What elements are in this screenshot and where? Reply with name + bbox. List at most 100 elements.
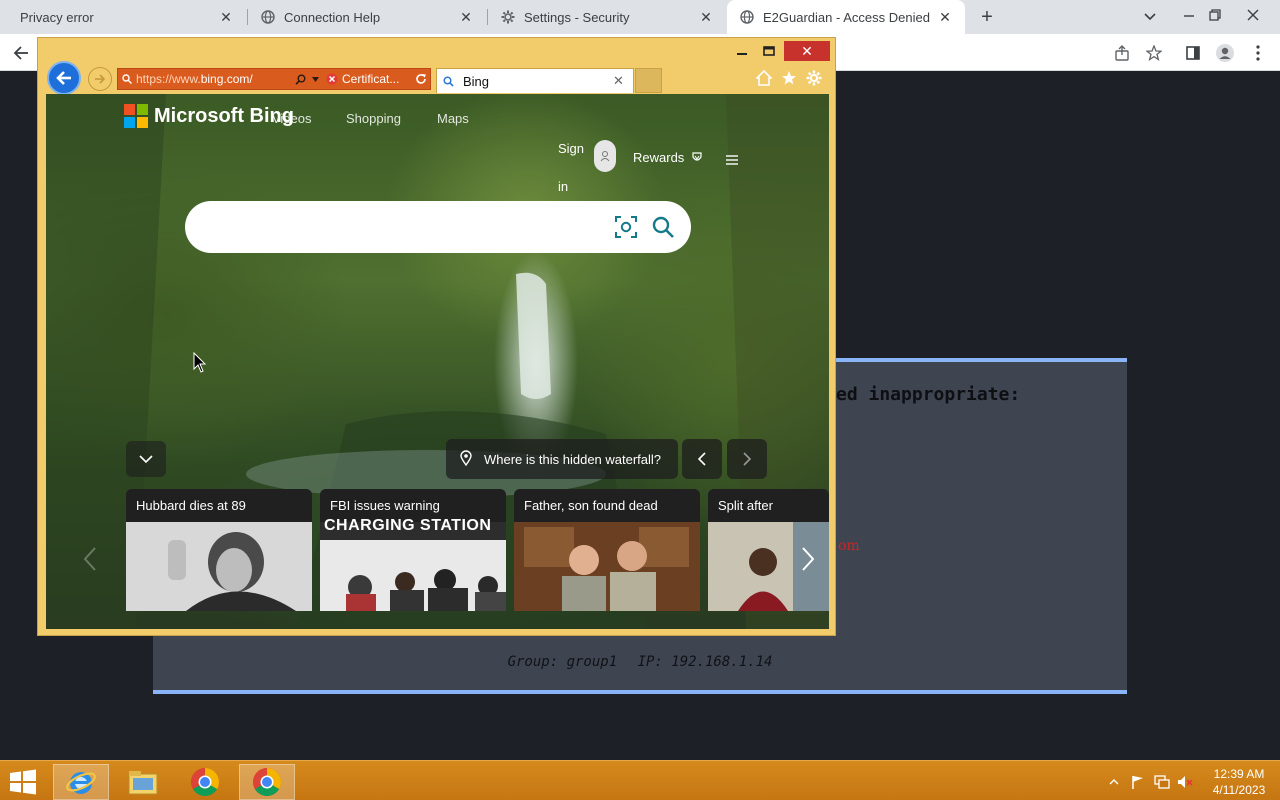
bookmark-star-icon[interactable] [1143,42,1165,64]
search-icon [118,74,136,84]
ie-tab-bing[interactable]: Bing ✕ [436,68,634,93]
news-card[interactable]: FBI issues warning CHARGING STATION [320,489,506,611]
close-window-button[interactable] [1240,2,1266,28]
tab-title: Connection Help [284,9,381,25]
blocked-detail-text: om [838,538,860,554]
news-card[interactable]: Hubbard dies at 89 [126,489,312,611]
close-icon[interactable]: ✕ [458,9,474,25]
ie-back-button[interactable] [47,61,81,95]
bing-search-input[interactable] [185,201,691,253]
favorites-star-icon[interactable] [779,68,799,88]
tab-title: E2Guardian - Access Denied [763,9,930,25]
tab-title: Privacy error [20,9,94,25]
share-icon[interactable] [1111,42,1133,64]
user-avatar-icon[interactable] [594,140,616,172]
news-previous-arrow[interactable] [78,541,102,577]
news-card-overlay-text: CHARGING STATION [324,517,492,534]
news-card-title: Hubbard dies at 89 [126,489,312,522]
news-card-image [126,522,312,611]
search-icon[interactable] [649,213,677,241]
chrome-icon [253,768,281,796]
refresh-icon[interactable] [412,73,430,85]
tab-e2guardian-access-denied[interactable]: E2Guardian - Access Denied ✕ [727,0,965,34]
gear-icon [500,9,516,25]
close-icon[interactable]: ✕ [937,9,953,25]
clock-date: 4/11/2023 [1212,783,1266,797]
ie-url[interactable]: https://www.bing.com/ [136,72,292,86]
dropdown-arrow-icon[interactable] [308,76,322,82]
url-prefix: https://www. [136,72,201,86]
side-panel-icon[interactable] [1182,42,1204,64]
news-next-arrow[interactable] [796,541,820,577]
kebab-menu-icon[interactable] [1247,42,1269,64]
chevron-down-icon[interactable] [1141,8,1159,26]
bing-logo[interactable]: Microsoft Bing [124,104,294,128]
show-hidden-icons-chevron-icon[interactable] [1106,774,1122,790]
globe-icon [260,9,276,25]
previous-image-button[interactable] [682,439,722,479]
hamburger-menu-icon[interactable] [726,152,738,170]
image-info-button[interactable]: Where is this hidden waterfall? [446,439,678,479]
sign-in-link[interactable]: Sign in [558,130,588,206]
taskbar-chrome-active[interactable] [239,764,295,800]
blocked-reason-heading: ed inappropriate: [836,384,1021,405]
news-card[interactable]: Father, son found dead [514,489,700,611]
folder-icon [128,771,158,795]
news-card-title: Split after [708,489,829,522]
ip-label: IP: 192.168.1.14 [637,654,773,670]
search-icon[interactable] [292,74,308,85]
certificate-error-icon[interactable] [322,73,342,85]
tab-title: Settings - Security [524,9,630,25]
chrome-icon [191,768,219,796]
news-card-image: CHARGING STATION [320,517,506,611]
ie-new-tab-button[interactable] [635,68,662,93]
windows-start-button[interactable] [8,769,38,795]
globe-icon [739,9,755,25]
network-icon[interactable] [1154,774,1170,790]
restore-button[interactable] [1202,2,1228,28]
tab-settings-security[interactable]: Settings - Security ✕ [488,0,726,34]
action-center-flag-icon[interactable] [1130,774,1146,790]
group-label: Group: group1 [507,654,618,670]
ie-minimize-button[interactable] [732,41,752,61]
ie-maximize-button[interactable] [759,41,779,61]
location-pin-icon [460,449,472,469]
search-icon [443,75,463,87]
taskbar-chrome[interactable] [177,764,233,800]
clock-time: 12:39 AM [1213,767,1265,781]
mouse-cursor-icon [193,352,207,373]
tab-connection-help[interactable]: Connection Help ✕ [248,0,486,34]
microsoft-logo-icon [124,104,148,128]
e2guardian-footer: Group: group1 IP: 192.168.1.14 [153,654,1127,670]
new-tab-button[interactable]: + [976,6,998,28]
back-arrow-icon[interactable] [10,42,32,64]
home-icon[interactable] [754,68,774,88]
close-icon[interactable]: ✕ [698,9,714,25]
taskbar-file-explorer[interactable] [115,764,171,800]
nav-videos[interactable]: Videos [272,111,312,126]
tab-privacy-error[interactable]: Privacy error ✕ [0,0,246,34]
image-info-label: Where is this hidden waterfall? [484,451,662,467]
ie-window: ✕ https://www.bing.com/ Certificat... Bi… [37,37,836,636]
ie-forward-button[interactable] [88,67,112,91]
rewards-trophy-icon[interactable] [691,151,703,169]
profile-avatar-icon[interactable] [1214,42,1236,64]
taskbar-internet-explorer[interactable] [53,764,109,800]
ie-address-bar[interactable]: https://www.bing.com/ Certificat... [117,68,431,90]
ie-close-button[interactable]: ✕ [784,41,830,61]
minimize-button[interactable] [1176,2,1202,28]
close-icon[interactable]: ✕ [613,73,633,89]
volume-muted-icon[interactable] [1177,774,1193,790]
visual-search-icon[interactable] [613,214,639,240]
windows-taskbar: 12:39 AM 4/11/2023 [0,760,1280,800]
rewards-link[interactable]: Rewards [633,150,684,165]
close-icon[interactable]: ✕ [218,9,234,25]
collapse-feed-button[interactable] [126,441,166,477]
nav-shopping[interactable]: Shopping [346,111,401,126]
bing-homepage: Microsoft Bing Videos Shopping Maps Sign… [46,94,829,629]
nav-maps[interactable]: Maps [437,111,469,126]
taskbar-clock[interactable]: 12:39 AM 4/11/2023 [1206,766,1272,798]
next-image-button[interactable] [727,439,767,479]
certificate-error-label[interactable]: Certificat... [342,72,412,86]
gear-icon[interactable] [804,68,824,88]
